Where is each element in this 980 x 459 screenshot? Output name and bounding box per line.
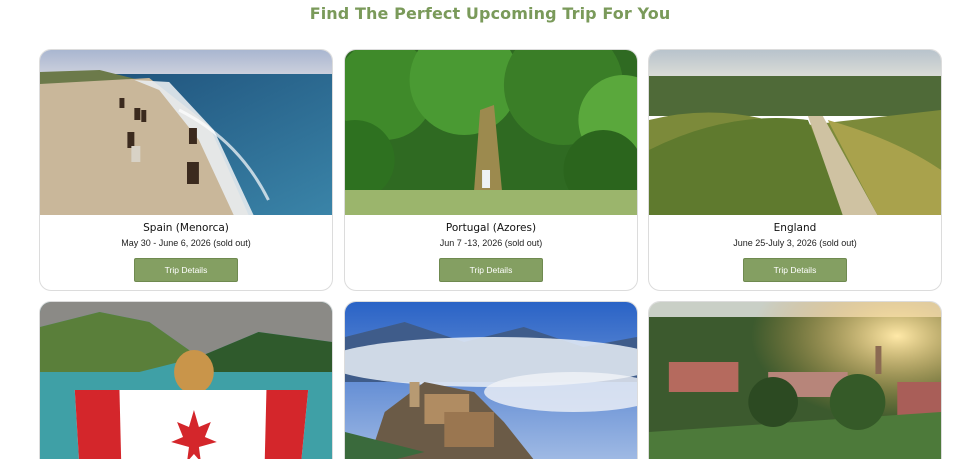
trip-card-canada[interactable] (39, 301, 333, 459)
trip-grid: Spain (Menorca) May 30 - June 6, 2026 (s… (39, 49, 942, 459)
trip-details-button[interactable]: Trip Details (439, 258, 543, 282)
trip-name: Spain (Menorca) (143, 222, 229, 234)
beach-horses-photo[interactable] (40, 50, 332, 215)
countryside-path-photo[interactable] (649, 50, 941, 215)
trip-dates: Jun 7 -13, 2026 (sold out) (439, 238, 543, 248)
campus-sunset-photo[interactable] (649, 302, 941, 459)
canada-flag-lake-photo[interactable] (40, 302, 332, 459)
trip-dates: May 30 - June 6, 2026 (sold out) (121, 238, 251, 248)
forest-tree-photo[interactable] (345, 50, 637, 215)
trip-name: England (773, 222, 817, 234)
page-title: Find The Perfect Upcoming Trip For You (309, 4, 671, 23)
trip-card-hilltown[interactable] (344, 301, 638, 459)
trip-dates: June 25-July 3, 2026 (sold out) (733, 238, 857, 248)
trip-card-spain[interactable]: Spain (Menorca) May 30 - June 6, 2026 (s… (39, 49, 333, 291)
trip-name: Portugal (Azores) (445, 222, 537, 234)
trip-details-button[interactable]: Trip Details (743, 258, 847, 282)
trip-card-portugal[interactable]: Portugal (Azores) Jun 7 -13, 2026 (sold … (344, 49, 638, 291)
trip-card-campus[interactable] (648, 301, 942, 459)
misty-hilltown-photo[interactable] (345, 302, 637, 459)
trip-card-england[interactable]: England June 25-July 3, 2026 (sold out) … (648, 49, 942, 291)
trip-details-button[interactable]: Trip Details (134, 258, 238, 282)
